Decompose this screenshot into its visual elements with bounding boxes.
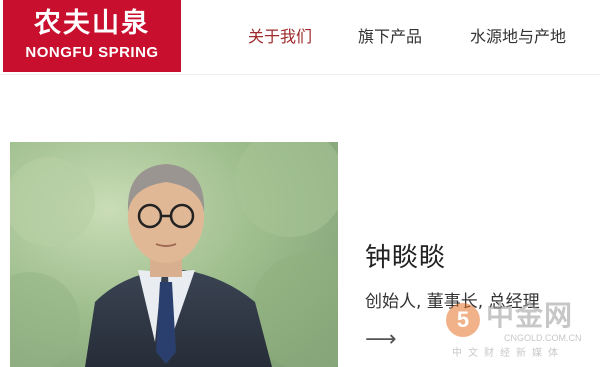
watermark-url: CNGOLD.COM.CN [504, 333, 582, 343]
founder-title: 创始人, 董事长, 总经理 [365, 292, 540, 312]
site-header: 农夫山泉 NONGFU SPRING 关于我们 旗下产品 水源地与产地 [0, 0, 600, 75]
nav-item-products[interactable]: 旗下产品 [358, 26, 422, 48]
arrow-right-icon[interactable]: ⟶ [365, 329, 397, 351]
watermark-sub: 中文财经新媒体 [452, 348, 564, 359]
founder-photo [10, 142, 338, 367]
nav-item-water-sources[interactable]: 水源地与产地 [470, 26, 566, 48]
logo-text-en: NONGFU SPRING [25, 44, 159, 61]
brand-logo[interactable]: 农夫山泉 NONGFU SPRING [3, 0, 181, 72]
logo-text-cn: 农夫山泉 [34, 8, 150, 39]
nav-item-about[interactable]: 关于我们 [248, 26, 312, 48]
founder-name: 钟睒睒 [365, 243, 447, 273]
